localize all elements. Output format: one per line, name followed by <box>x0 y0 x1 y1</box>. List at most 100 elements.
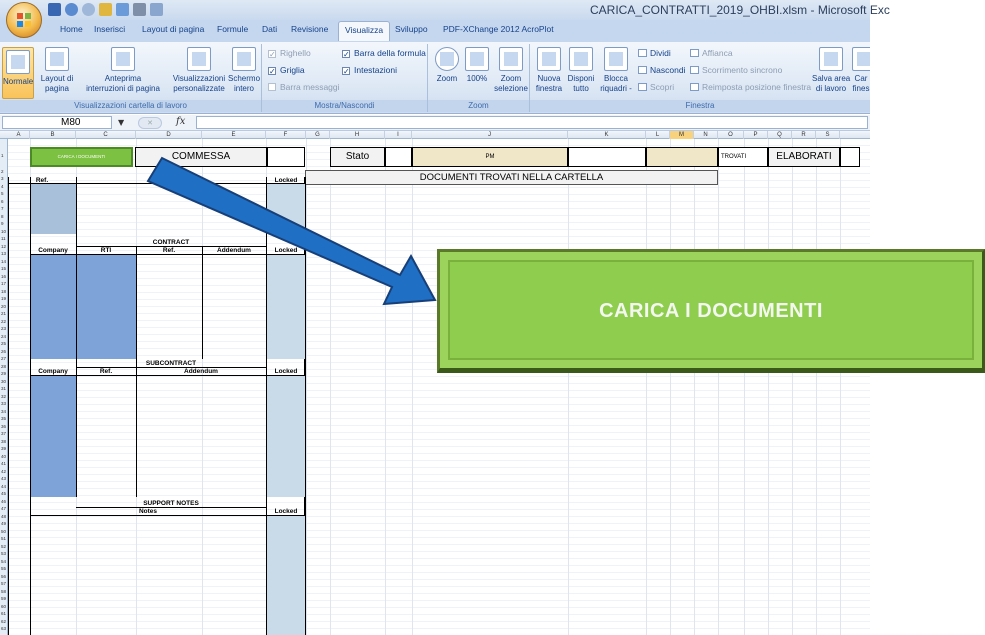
row-header[interactable]: 60 <box>0 604 8 609</box>
contract-rti-column[interactable] <box>76 255 136 359</box>
full-screen-button[interactable]: Schermo intero <box>228 47 260 94</box>
row-header[interactable]: 36 <box>0 424 8 429</box>
subcontract-company-column[interactable] <box>30 376 76 497</box>
row-header[interactable]: 42 <box>0 469 8 474</box>
row-header[interactable]: 51 <box>0 536 8 541</box>
column-header-e[interactable]: E <box>202 131 266 139</box>
undo-icon[interactable] <box>65 3 78 16</box>
tab-pdf-xchange[interactable]: PDF-XChange 2012 AcroPlot <box>443 24 554 34</box>
column-header-o[interactable]: O <box>718 131 744 139</box>
row-header[interactable]: 31 <box>0 386 8 391</box>
side-by-side-button[interactable]: Affianca <box>690 48 733 58</box>
zoom-selection-button[interactable]: Zoom selezione <box>494 47 528 94</box>
section1-locked-column[interactable] <box>267 184 305 234</box>
row-header[interactable]: 32 <box>0 394 8 399</box>
subcontract-locked-column[interactable] <box>267 376 305 497</box>
page-layout-button[interactable]: Layout di pagina <box>38 47 76 94</box>
contract-locked-column[interactable] <box>267 255 305 359</box>
column-header-r[interactable]: R <box>792 131 816 139</box>
chart-icon[interactable] <box>99 3 112 16</box>
insert-function-icon[interactable]: fx <box>176 116 185 127</box>
message-bar-checkbox[interactable]: Barra messaggi <box>268 82 340 92</box>
new-window-button[interactable]: Nuova finestra <box>534 47 564 94</box>
row-header[interactable]: 13 <box>0 251 8 256</box>
column-header-f[interactable]: F <box>266 131 306 139</box>
column-header-d[interactable]: D <box>136 131 202 139</box>
save-workspace-button[interactable]: Salva area di lavoro <box>812 47 850 94</box>
zoom-button[interactable]: Zoom <box>434 47 460 84</box>
column-header-b[interactable]: B <box>30 131 76 139</box>
row-header[interactable]: 7 <box>0 206 8 211</box>
stato-value[interactable] <box>385 147 412 167</box>
formula-bar-checkbox[interactable]: ✓ Barra della formula <box>342 48 426 59</box>
row-header[interactable]: 37 <box>0 431 8 436</box>
row-header[interactable]: 21 <box>0 311 8 316</box>
tab-home[interactable]: Home <box>60 24 83 34</box>
tab-dati[interactable]: Dati <box>262 24 277 34</box>
elaborati-value[interactable] <box>840 147 860 167</box>
row-header[interactable]: 17 <box>0 281 8 286</box>
column-header-s[interactable]: S <box>816 131 840 139</box>
row-header[interactable]: 16 <box>0 274 8 279</box>
formula-cancel-icon[interactable]: ✕ <box>138 117 162 129</box>
page-break-preview-button[interactable]: Anteprima interruzioni di pagina <box>80 47 166 94</box>
row-header[interactable]: 33 <box>0 401 8 406</box>
support-locked-column[interactable] <box>267 516 305 635</box>
column-header-n[interactable]: N <box>694 131 718 139</box>
column-header-i[interactable]: I <box>385 131 412 139</box>
row-header[interactable]: 11 <box>0 236 8 241</box>
redo-icon[interactable] <box>82 3 95 16</box>
row-header[interactable]: 1 <box>0 153 8 158</box>
row-header[interactable]: 19 <box>0 296 8 301</box>
row-header[interactable]: 18 <box>0 289 8 294</box>
tab-visualizza[interactable]: Visualizza <box>338 21 391 41</box>
row-header[interactable]: 49 <box>0 521 8 526</box>
split-button[interactable]: Dividi <box>638 48 671 58</box>
row-header[interactable]: 55 <box>0 566 8 571</box>
row-header[interactable]: 15 <box>0 266 8 271</box>
row-header[interactable]: 48 <box>0 514 8 519</box>
row-header[interactable]: 30 <box>0 379 8 384</box>
row-header[interactable]: 9 <box>0 221 8 226</box>
row-header[interactable]: 63 <box>0 626 8 631</box>
row-header[interactable]: 61 <box>0 611 8 616</box>
preview-icon[interactable] <box>150 3 163 16</box>
row-header[interactable]: 2 <box>0 169 8 174</box>
row-header[interactable]: 43 <box>0 476 8 481</box>
tab-layout[interactable]: Layout di pagina <box>142 24 204 34</box>
row-header[interactable]: 23 <box>0 326 8 331</box>
column-header-h[interactable]: H <box>330 131 385 139</box>
row-header[interactable]: 56 <box>0 574 8 579</box>
switch-windows-button[interactable]: Car fines <box>852 47 870 94</box>
commessa-value[interactable] <box>267 147 305 167</box>
save-icon[interactable] <box>48 3 61 16</box>
normal-view-button[interactable]: Normale <box>2 47 34 99</box>
formula-input[interactable] <box>196 116 868 129</box>
row-header[interactable]: 59 <box>0 596 8 601</box>
column-header-l[interactable]: L <box>646 131 670 139</box>
row-header[interactable]: 3 <box>0 176 8 181</box>
row-header[interactable]: 28 <box>0 364 8 369</box>
arrange-all-button[interactable]: Disponi tutto <box>566 47 596 94</box>
name-box-dropdown-icon[interactable]: ▼ <box>118 118 124 127</box>
unhide-button[interactable]: Scopri <box>638 82 674 92</box>
row-header[interactable]: 38 <box>0 439 8 444</box>
custom-views-button[interactable]: Visualizzazioni personalizzate <box>170 47 228 94</box>
column-header-g[interactable]: G <box>306 131 330 139</box>
freeze-panes-button[interactable]: Blocca riquadri - <box>598 47 634 94</box>
tab-inserisci[interactable]: Inserisci <box>94 24 125 34</box>
carica-documenti-small-button[interactable]: CARICA I DOCUMENTI <box>30 147 133 167</box>
carica-documenti-big-button[interactable]: CARICA I DOCUMENTI <box>437 249 985 373</box>
row-header[interactable]: 12 <box>0 244 8 249</box>
row-header[interactable]: 44 <box>0 484 8 489</box>
row-header[interactable]: 24 <box>0 334 8 339</box>
row-header[interactable]: 53 <box>0 551 8 556</box>
row-header[interactable]: 20 <box>0 304 8 309</box>
row-header[interactable]: 5 <box>0 191 8 196</box>
tab-revisione[interactable]: Revisione <box>291 24 328 34</box>
sync-scroll-button[interactable]: Scorrimento sincrono <box>690 65 782 75</box>
print-icon[interactable] <box>133 3 146 16</box>
row-header[interactable]: 26 <box>0 349 8 354</box>
column-header-p[interactable]: P <box>744 131 768 139</box>
name-box[interactable]: M80 <box>2 116 112 129</box>
